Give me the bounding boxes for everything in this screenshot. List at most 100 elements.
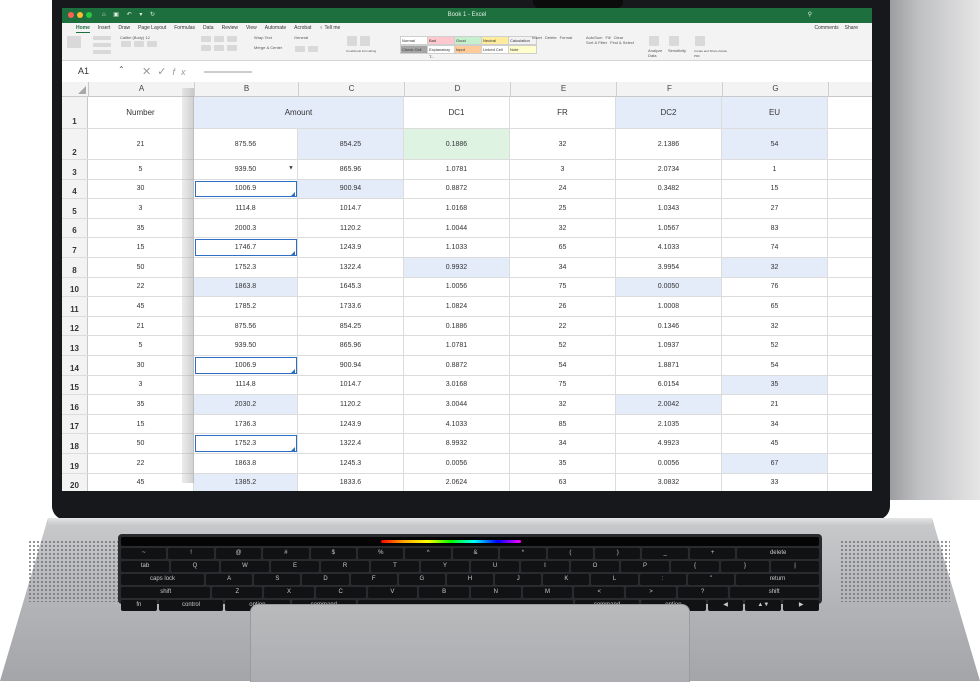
key[interactable]: < (574, 587, 625, 598)
cell-c15[interactable]: 1014.7 (298, 375, 404, 395)
key[interactable]: R (321, 561, 369, 572)
row-header[interactable]: 4 (62, 179, 88, 199)
touch-bar[interactable] (121, 537, 819, 546)
cell-c17[interactable]: 1243.9 (298, 414, 404, 434)
key[interactable]: * (500, 548, 546, 559)
key[interactable]: shift (121, 587, 211, 598)
key[interactable]: F (350, 574, 397, 585)
cell-f16[interactable]: 2.0042 (616, 395, 722, 414)
key[interactable]: } (721, 561, 769, 572)
cell-d18[interactable]: 8.9932 (404, 434, 510, 453)
tab-8[interactable]: Automate (265, 23, 286, 33)
key[interactable]: tab (121, 561, 169, 572)
row-header[interactable]: 13 (62, 336, 88, 355)
align-top-button[interactable] (201, 36, 211, 42)
key[interactable]: J (495, 574, 542, 585)
key[interactable]: & (452, 548, 499, 559)
key[interactable]: delete (737, 548, 820, 559)
font-name-dropdown[interactable]: Calibri (Body) (120, 35, 144, 40)
row-header[interactable]: 8 (62, 257, 88, 277)
key[interactable]: D (302, 574, 349, 585)
key[interactable]: ) (595, 548, 641, 559)
align-right-button[interactable] (227, 45, 238, 51)
cell-e4[interactable]: 24 (510, 179, 616, 199)
cell-style-2[interactable]: Good (454, 36, 483, 45)
key[interactable]: O (571, 561, 619, 572)
cell-a13[interactable]: 5 (88, 336, 194, 355)
cell-f14[interactable]: 1.8871 (616, 355, 722, 375)
editing-button-4[interactable]: Find & Select (610, 40, 634, 45)
wrap-text-button[interactable]: Wrap Text (254, 35, 272, 40)
cell-f8[interactable]: 3.9954 (616, 257, 722, 277)
tab-3[interactable]: Page Layout (138, 23, 166, 33)
key[interactable]: Z (212, 587, 263, 598)
cell-d14[interactable]: 0.8872 (404, 355, 510, 375)
key[interactable]: ? (677, 587, 728, 598)
cell-g6[interactable]: 83 (722, 218, 828, 238)
key[interactable]: @ (215, 548, 262, 559)
key[interactable]: U (471, 561, 519, 572)
key[interactable]: $ (310, 548, 357, 559)
cell-a19[interactable]: 22 (88, 453, 194, 473)
cell-d10[interactable]: 1.0056 (404, 277, 510, 297)
key[interactable]: _ (642, 548, 688, 559)
cell-style-0[interactable]: Normal (400, 36, 429, 45)
copy-icon[interactable] (93, 43, 111, 47)
row-header[interactable]: 18 (62, 434, 88, 453)
key[interactable]: shift (729, 587, 819, 598)
cell-g11[interactable]: 65 (722, 297, 828, 316)
cell-d4[interactable]: 0.8872 (404, 179, 510, 199)
tab-9[interactable]: Acrobat (294, 23, 311, 33)
key[interactable]: ^ (405, 548, 451, 559)
cell-e2[interactable]: 32 (510, 129, 616, 159)
key[interactable]: B (419, 587, 469, 598)
cell-d12[interactable]: 0.1886 (404, 316, 510, 336)
cells-button-0[interactable]: Insert (532, 35, 542, 40)
cell-a5[interactable]: 3 (88, 199, 194, 218)
paste-group[interactable] (66, 35, 88, 57)
comments-button[interactable]: Comments (814, 23, 838, 33)
editing-button-3[interactable]: Sort & Filter (586, 40, 607, 45)
cell-e19[interactable]: 35 (510, 453, 616, 473)
cell-g7[interactable]: 74 (722, 238, 828, 257)
align-left-button[interactable] (201, 45, 211, 51)
cell-b17[interactable]: 1736.3 (194, 414, 298, 434)
font-size-dropdown[interactable]: 12 (145, 35, 149, 40)
adobe-pdf-button[interactable]: Create and Share Adobe PDF (694, 35, 730, 58)
cell-d2[interactable]: 0.1886 (404, 129, 510, 159)
cell-d16[interactable]: 3.0044 (404, 395, 510, 414)
key[interactable]: # (263, 548, 309, 559)
key[interactable]: > (626, 587, 676, 598)
key[interactable]: T (371, 561, 419, 572)
tab-6[interactable]: Review (222, 23, 238, 33)
cell-f13[interactable]: 1.0937 (616, 336, 722, 355)
cell-f15[interactable]: 6.0154 (616, 375, 722, 395)
column-header-g[interactable]: G (723, 82, 829, 96)
row-header[interactable]: 5 (62, 199, 88, 218)
key[interactable]: ▶ (783, 600, 820, 611)
cells-button-1[interactable]: Delete (545, 35, 557, 40)
cell-c6[interactable]: 1120.2 (298, 218, 404, 238)
cell-g12[interactable]: 32 (722, 316, 828, 336)
key[interactable]: fn (121, 600, 157, 611)
cell-b2[interactable]: 875.56 (194, 129, 298, 159)
cell-b3[interactable]: 939.50 ▼ (194, 160, 298, 179)
row-header[interactable]: 11 (62, 297, 88, 316)
cell-g15[interactable]: 35 (722, 375, 828, 395)
row-header[interactable]: 7 (62, 238, 88, 257)
column-header-c[interactable]: C (299, 82, 405, 96)
cell-d19[interactable]: 0.0056 (404, 453, 510, 473)
format-painter-icon[interactable] (93, 50, 111, 54)
cell-c7[interactable]: 1243.9 (298, 238, 404, 257)
italic-button[interactable] (134, 41, 145, 47)
column-header-b[interactable]: B (195, 82, 299, 96)
cell-a6[interactable]: 35 (88, 218, 194, 238)
cells-button-2[interactable]: Format (560, 35, 573, 40)
key[interactable]: { (671, 561, 719, 572)
cell-a15[interactable]: 3 (88, 375, 194, 395)
cut-icon[interactable] (93, 36, 111, 40)
conditional-formatting-icon[interactable] (347, 36, 357, 46)
key[interactable]: N (470, 587, 521, 598)
cell-c8[interactable]: 1322.4 (298, 257, 404, 277)
key[interactable]: return (735, 574, 820, 585)
